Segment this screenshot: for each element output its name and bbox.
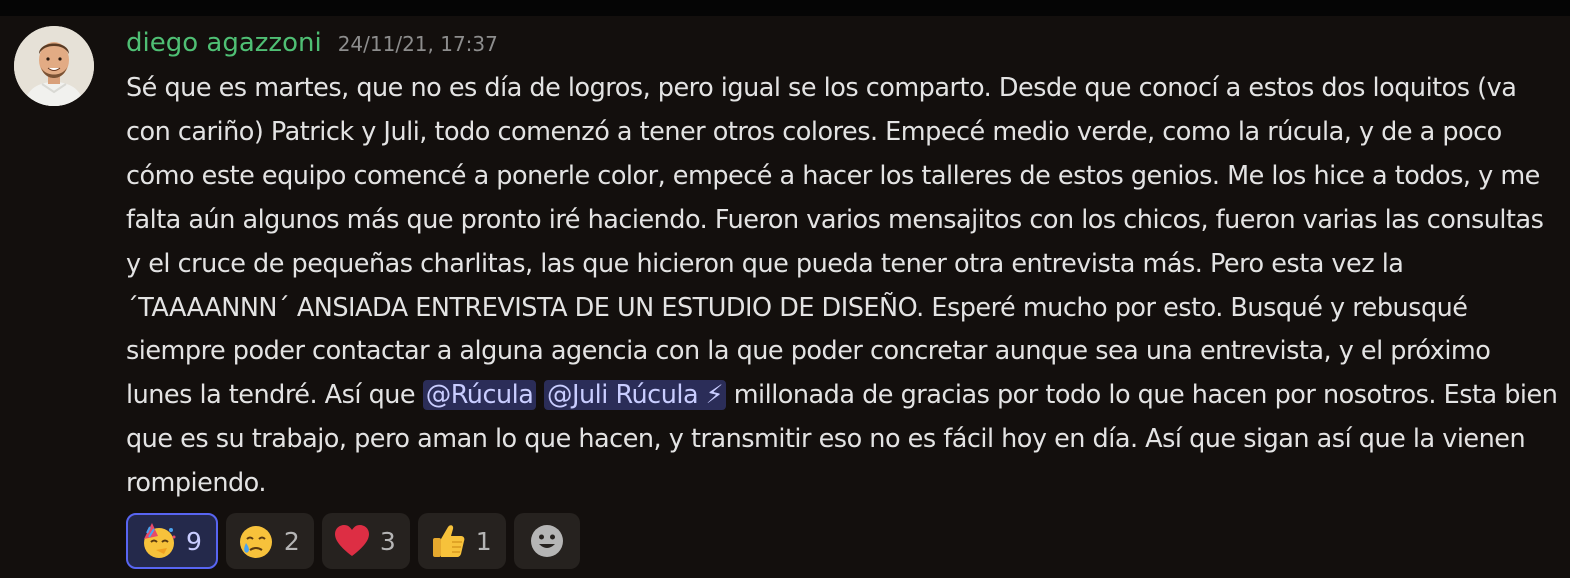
chat-message: diego agazzoni 24/11/21, 17:37 Sé que es… xyxy=(0,16,1570,578)
crying-face-icon xyxy=(236,521,276,561)
reaction-count: 9 xyxy=(186,526,202,556)
reactions-bar: 9 2 3 1 xyxy=(126,513,580,569)
message-timestamp: 24/11/21, 17:37 xyxy=(337,32,498,56)
reaction-party-face[interactable]: 9 xyxy=(126,513,218,569)
reaction-count: 1 xyxy=(475,526,492,556)
message-header: diego agazzoni 24/11/21, 17:37 xyxy=(126,28,498,64)
reaction-thumbs-up[interactable]: 1 xyxy=(417,513,506,569)
party-face-icon xyxy=(138,521,178,561)
reaction-count: 2 xyxy=(283,526,300,556)
reaction-red-heart[interactable]: 3 xyxy=(321,513,410,569)
add-reaction-button[interactable] xyxy=(513,513,580,569)
reaction-crying-face[interactable]: 2 xyxy=(225,513,314,569)
mention-juli-rucula[interactable]: @Juli Rúcula ⚡ xyxy=(543,380,727,411)
avatar-photo-icon xyxy=(14,26,94,106)
top-bar xyxy=(0,0,1570,16)
red-heart-icon xyxy=(332,521,372,561)
message-text: Sé que es martes, que no es día de logro… xyxy=(126,73,1544,411)
message-content: Sé que es martes, que no es día de logro… xyxy=(126,67,1558,506)
add-reaction-icon xyxy=(528,521,566,561)
avatar[interactable] xyxy=(14,26,94,106)
mention-rucula[interactable]: @Rúcula xyxy=(422,380,537,411)
thumbs-up-icon xyxy=(428,521,468,561)
reaction-count: 3 xyxy=(379,526,396,556)
username[interactable]: diego agazzoni xyxy=(126,28,322,58)
